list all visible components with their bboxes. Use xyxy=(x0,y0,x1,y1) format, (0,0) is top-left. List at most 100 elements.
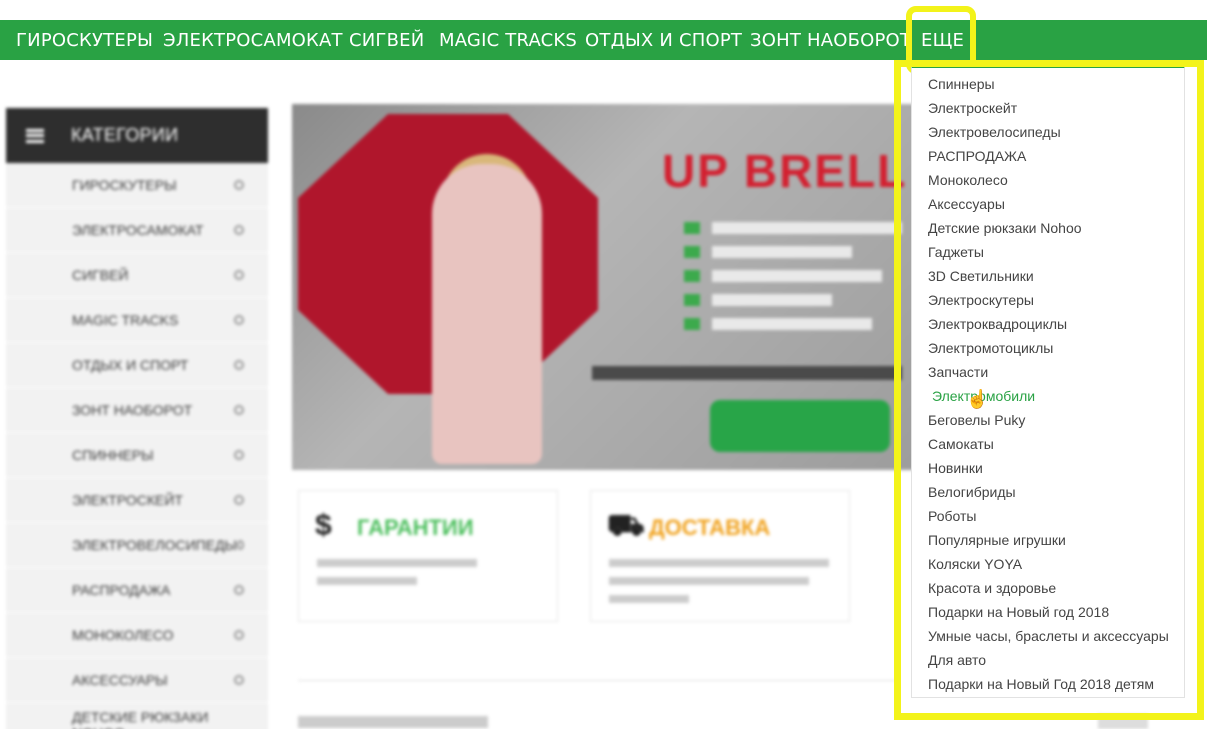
category-item[interactable]: MAGIC TRACKS xyxy=(6,298,268,343)
dropdown-item[interactable]: Электроквадроциклы xyxy=(928,315,1067,333)
nav-item-segway[interactable]: СИГВЕЙ xyxy=(349,30,424,52)
banner-title: UP BRELL xyxy=(662,145,908,197)
truck-icon: ⛟ xyxy=(607,509,645,542)
top-nav-bar: ГИРОСКУТЕРЫ ЭЛЕКТРОСАМОКАТ СИГВЕЙ MAGIC … xyxy=(0,20,1207,60)
dropdown-item[interactable]: Красота и здоровье xyxy=(928,579,1056,597)
circle-icon xyxy=(234,360,244,370)
card-text xyxy=(609,553,829,603)
category-item[interactable]: ГИРОСКУТЕРЫ xyxy=(6,163,268,208)
dropdown-item[interactable]: Коляски YOYA xyxy=(928,555,1022,573)
dropdown-item[interactable]: Беговелы Puky xyxy=(928,411,1025,429)
popular-products-heading xyxy=(298,716,488,728)
nav-item-gyroscooters[interactable]: ГИРОСКУТЕРЫ xyxy=(16,30,153,52)
dropdown-item[interactable]: РАСПРОДАЖА xyxy=(928,147,1026,165)
check-icon xyxy=(684,222,700,234)
banner-feature xyxy=(712,318,872,330)
dropdown-item[interactable]: Популярные игрушки xyxy=(928,531,1066,549)
category-label: ЭЛЕКТРОСАМОКАТ xyxy=(72,222,204,238)
category-item[interactable]: АКСЕССУАРЫ xyxy=(6,658,268,703)
category-label: ОТДЫХ И СПОРТ xyxy=(72,357,189,373)
category-item[interactable]: МОНОКОЛЕСО xyxy=(6,613,268,658)
promo-banner[interactable]: UP BRELL xyxy=(292,104,932,470)
category-item[interactable]: ЗОНТ НАОБОРОТ xyxy=(6,388,268,433)
check-icon xyxy=(684,318,700,330)
card-title: ГАРАНТИИ xyxy=(357,515,474,540)
delivery-card: ⛟ ДОСТАВКА xyxy=(590,490,850,622)
category-item[interactable]: ОТДЫХ И СПОРТ xyxy=(6,343,268,388)
dropdown-item[interactable]: Электроскутеры xyxy=(928,291,1034,309)
category-item[interactable]: СИГВЕЙ xyxy=(6,253,268,298)
dropdown-item[interactable]: Подарки на Новый год 2018 xyxy=(928,603,1109,621)
nav-item-more[interactable]: ЕЩЕ xyxy=(921,30,964,52)
circle-icon xyxy=(234,315,244,325)
section-divider xyxy=(298,680,898,681)
check-icon xyxy=(684,246,700,258)
dropdown-item[interactable]: Самокаты xyxy=(928,435,994,453)
category-label: АКСЕССУАРЫ xyxy=(72,672,168,688)
dropdown-item[interactable]: Аксессуары xyxy=(928,195,1005,213)
category-label: МОНОКОЛЕСО xyxy=(72,627,174,643)
dropdown-item[interactable]: Велогибриды xyxy=(928,483,1016,501)
category-label: ЭЛЕКТРОСКЕЙТ xyxy=(72,492,183,508)
circle-icon xyxy=(234,495,244,505)
dropdown-item[interactable]: Для авто xyxy=(928,651,986,669)
circle-icon xyxy=(234,585,244,595)
banner-feature xyxy=(712,222,902,234)
nav-item-umbrella[interactable]: ЗОНТ НАОБОРОТ xyxy=(750,30,911,52)
category-item[interactable]: РАСПРОДАЖА xyxy=(6,568,268,613)
category-item[interactable]: ДЕТСКИЕ РЮКЗАКИ NOHOO xyxy=(6,703,268,729)
dropdown-item[interactable]: 3D Светильники xyxy=(928,267,1034,285)
banner-cta-button[interactable] xyxy=(710,400,890,452)
category-label: СИГВЕЙ xyxy=(72,267,129,283)
category-label: СПИННЕРЫ xyxy=(72,447,154,463)
category-label: ДЕТСКИЕ РЮКЗАКИ NOHOO xyxy=(72,709,209,729)
circle-icon xyxy=(234,405,244,415)
category-item[interactable]: ЭЛЕКТРОСАМОКАТ xyxy=(6,208,268,253)
dropdown-item[interactable]: Новинки xyxy=(928,459,983,477)
card-text xyxy=(317,553,517,585)
circle-icon xyxy=(234,225,244,235)
nav-item-electroscooter[interactable]: ЭЛЕКТРОСАМОКАТ xyxy=(163,30,343,52)
category-label: ЭЛЕКТРОВЕЛОСИПЕДЫ xyxy=(72,537,237,553)
dropdown-item[interactable]: Моноколесо xyxy=(928,171,1008,189)
circle-icon xyxy=(234,450,244,460)
category-item[interactable]: ЭЛЕКТРОСКЕЙТ xyxy=(6,478,268,523)
sidebar-header: КАТЕГОРИИ xyxy=(6,108,268,163)
circle-icon xyxy=(234,180,244,190)
banner-feature xyxy=(712,270,882,282)
category-list: ГИРОСКУТЕРЫ ЭЛЕКТРОСАМОКАТ СИГВЕЙ MAGIC … xyxy=(6,163,268,729)
dropdown-item[interactable]: Электровелосипеды xyxy=(928,123,1061,141)
dropdown-item[interactable]: Электромотоциклы xyxy=(928,339,1053,357)
dollar-icon: $ xyxy=(315,509,332,542)
nav-item-leisure-sport[interactable]: ОТДЫХ И СПОРТ xyxy=(585,30,742,52)
banner-subtitle xyxy=(592,366,902,380)
check-icon xyxy=(684,270,700,282)
category-label: РАСПРОДАЖА xyxy=(72,582,171,598)
dropdown-item[interactable]: Детские рюкзаки Nohoo xyxy=(928,219,1082,237)
carousel-arrows[interactable] xyxy=(1098,714,1148,729)
category-item[interactable]: СПИННЕРЫ xyxy=(6,433,268,478)
card-title: ДОСТАВКА xyxy=(649,515,771,540)
circle-icon xyxy=(234,675,244,685)
dropdown-item[interactable]: Умные часы, браслеты и аксессуары xyxy=(928,627,1169,645)
dropdown-item[interactable]: Спиннеры xyxy=(928,75,995,93)
banner-feature xyxy=(712,294,832,306)
circle-icon xyxy=(234,630,244,640)
more-dropdown-menu: Спиннеры Электроскейт Электровелосипеды … xyxy=(911,66,1185,698)
guarantee-card: $ ГАРАНТИИ xyxy=(298,490,558,622)
category-label: ЗОНТ НАОБОРОТ xyxy=(72,402,193,418)
category-label: MAGIC TRACKS xyxy=(72,312,179,328)
dropdown-item[interactable]: Электроскейт xyxy=(928,99,1017,117)
sidebar-title: КАТЕГОРИИ xyxy=(71,125,179,145)
nav-item-magic-tracks[interactable]: MAGIC TRACKS xyxy=(439,30,577,52)
menu-icon xyxy=(26,128,44,143)
hand-cursor-icon: ☝ xyxy=(966,389,989,409)
dropdown-item[interactable]: Гаджеты xyxy=(928,243,984,261)
dropdown-item[interactable]: Роботы xyxy=(928,507,976,525)
category-item[interactable]: ЭЛЕКТРОВЕЛОСИПЕДЫ xyxy=(6,523,268,568)
category-sidebar: КАТЕГОРИИ ГИРОСКУТЕРЫ ЭЛЕКТРОСАМОКАТ СИГ… xyxy=(6,108,268,729)
category-label: ГИРОСКУТЕРЫ xyxy=(72,177,177,193)
dropdown-item[interactable]: Запчасти xyxy=(928,363,988,381)
dropdown-item[interactable]: Подарки на Новый Год 2018 детям xyxy=(928,675,1154,693)
circle-icon xyxy=(236,540,244,550)
